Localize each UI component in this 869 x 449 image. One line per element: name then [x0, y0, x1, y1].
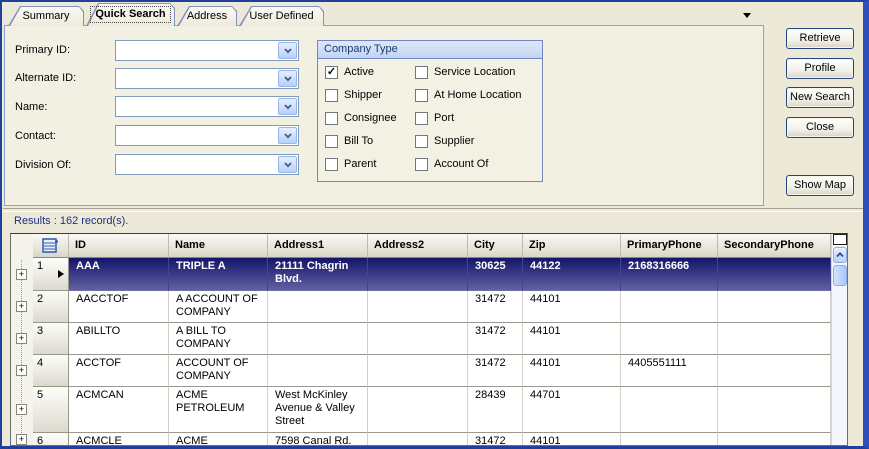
column-header-secondaryphone[interactable]: SecondaryPhone: [718, 234, 831, 258]
column-header-address2[interactable]: Address2: [368, 234, 468, 258]
expand-plus-icon[interactable]: +: [16, 333, 27, 344]
checkbox-icon[interactable]: [325, 89, 338, 102]
checkbox-account-of[interactable]: Account Of: [415, 157, 488, 171]
table-row[interactable]: 3 ABILLTO A BILL TO COMPANY 31472 44101: [33, 323, 831, 355]
scroll-up-arrow-icon[interactable]: [833, 247, 847, 263]
checkbox-at-home-location[interactable]: At Home Location: [415, 88, 521, 102]
tab-address[interactable]: Address: [177, 6, 237, 26]
tab-quick-search[interactable]: Quick Search: [86, 3, 175, 26]
close-button[interactable]: Close: [786, 117, 854, 138]
results-count-label: Results : 162 record(s).: [14, 215, 128, 227]
expand-plus-icon[interactable]: +: [16, 301, 27, 312]
tab-user-defined-label: User Defined: [239, 6, 324, 22]
company-type-group: Company Type ✓ Active Shipper Consignee …: [317, 40, 543, 182]
tab-overflow-arrow-icon[interactable]: [743, 13, 751, 18]
column-header-name[interactable]: Name: [169, 234, 268, 258]
company-type-header: Company Type: [318, 41, 542, 59]
tree-dotted-line: [21, 260, 22, 445]
chevron-down-icon[interactable]: [278, 127, 297, 144]
expand-plus-icon[interactable]: +: [16, 365, 27, 376]
grid-header-row: ID Name Address1 Address2 City Zip Prima…: [33, 234, 831, 258]
tab-quick-search-label: Quick Search: [91, 7, 169, 22]
column-header-address1[interactable]: Address1: [268, 234, 368, 258]
chevron-down-icon[interactable]: [278, 156, 297, 173]
checkbox-icon[interactable]: [415, 135, 428, 148]
checkbox-icon[interactable]: [325, 158, 338, 171]
profile-button[interactable]: Profile: [786, 58, 854, 79]
scrollbar-thumb[interactable]: [833, 265, 847, 286]
tab-summary-label: Summary: [8, 6, 84, 22]
checkbox-icon[interactable]: [415, 158, 428, 171]
checkbox-checked-icon[interactable]: ✓: [325, 66, 338, 79]
results-grid: + + + + + + ID Name Address1 Address2: [10, 233, 848, 446]
column-header-id[interactable]: ID: [69, 234, 169, 258]
grid-corner-cell[interactable]: [33, 234, 69, 258]
checkbox-consignee[interactable]: Consignee: [325, 111, 397, 125]
column-header-primaryphone[interactable]: PrimaryPhone: [621, 234, 718, 258]
primary-id-label: Primary ID:: [15, 44, 70, 56]
contact-combobox[interactable]: [115, 125, 299, 146]
tab-summary[interactable]: Summary: [8, 6, 84, 26]
section-divider: [3, 208, 863, 212]
expand-plus-icon[interactable]: +: [16, 269, 27, 280]
checkbox-port[interactable]: Port: [415, 111, 454, 125]
quick-search-panel: Primary ID: Alternate ID: Name: Contact:…: [4, 25, 764, 206]
retrieve-button[interactable]: Retrieve: [786, 28, 854, 49]
checkbox-icon[interactable]: [325, 135, 338, 148]
column-header-city[interactable]: City: [468, 234, 523, 258]
name-label: Name:: [15, 101, 47, 113]
chevron-down-icon[interactable]: [278, 42, 297, 59]
tab-user-defined[interactable]: User Defined: [239, 6, 324, 26]
table-row[interactable]: 1 AAA TRIPLE A 21111 Chagrin Blvd. 30625…: [33, 258, 831, 291]
grid-corner-icon: [42, 238, 59, 253]
tab-strip: Summary Quick Search Address User Define…: [8, 3, 326, 26]
division-of-combobox[interactable]: [115, 154, 299, 175]
show-map-button[interactable]: Show Map: [786, 175, 854, 196]
chevron-down-icon[interactable]: [278, 98, 297, 115]
checkbox-icon[interactable]: [325, 112, 338, 125]
table-row[interactable]: 2 AACCTOF A ACCOUNT OF COMPANY 31472 441…: [33, 291, 831, 323]
current-row-marker-icon: [58, 270, 64, 278]
column-header-zip[interactable]: Zip: [523, 234, 621, 258]
vertical-scrollbar[interactable]: [831, 234, 847, 445]
expand-plus-icon[interactable]: +: [16, 434, 27, 445]
alternate-id-label: Alternate ID:: [15, 72, 76, 84]
checkbox-supplier[interactable]: Supplier: [415, 134, 474, 148]
scrollbar-header-box: [833, 234, 847, 245]
checkbox-active[interactable]: ✓ Active: [325, 65, 374, 79]
checkbox-service-location[interactable]: Service Location: [415, 65, 515, 79]
chevron-down-icon[interactable]: [278, 70, 297, 87]
alternate-id-combobox[interactable]: [115, 68, 299, 89]
checkbox-icon[interactable]: [415, 112, 428, 125]
tab-address-label: Address: [177, 6, 237, 22]
name-combobox[interactable]: [115, 96, 299, 117]
row-expand-gutter: + + + + + +: [11, 234, 33, 445]
checkbox-parent[interactable]: Parent: [325, 157, 376, 171]
checkbox-shipper[interactable]: Shipper: [325, 88, 382, 102]
table-row[interactable]: 4 ACCTOF ACCOUNT OF COMPANY 31472 44101 …: [33, 355, 831, 387]
checkbox-bill-to[interactable]: Bill To: [325, 134, 373, 148]
checkbox-icon[interactable]: [415, 66, 428, 79]
expand-plus-icon[interactable]: +: [16, 404, 27, 415]
quick-search-window: Summary Quick Search Address User Define…: [0, 0, 869, 449]
table-row[interactable]: 5 ACMCAN ACME PETROLEUM West McKinley Av…: [33, 387, 831, 433]
grid-rows: 1 AAA TRIPLE A 21111 Chagrin Blvd. 30625…: [33, 258, 831, 446]
checkbox-icon[interactable]: [415, 89, 428, 102]
division-of-label: Division Of:: [15, 159, 71, 171]
primary-id-combobox[interactable]: [115, 40, 299, 61]
table-row[interactable]: 6 ACMCLE ACME 7598 Canal Rd. 31472 44101: [33, 433, 831, 446]
contact-label: Contact:: [15, 130, 56, 142]
new-search-button[interactable]: New Search: [786, 87, 854, 108]
